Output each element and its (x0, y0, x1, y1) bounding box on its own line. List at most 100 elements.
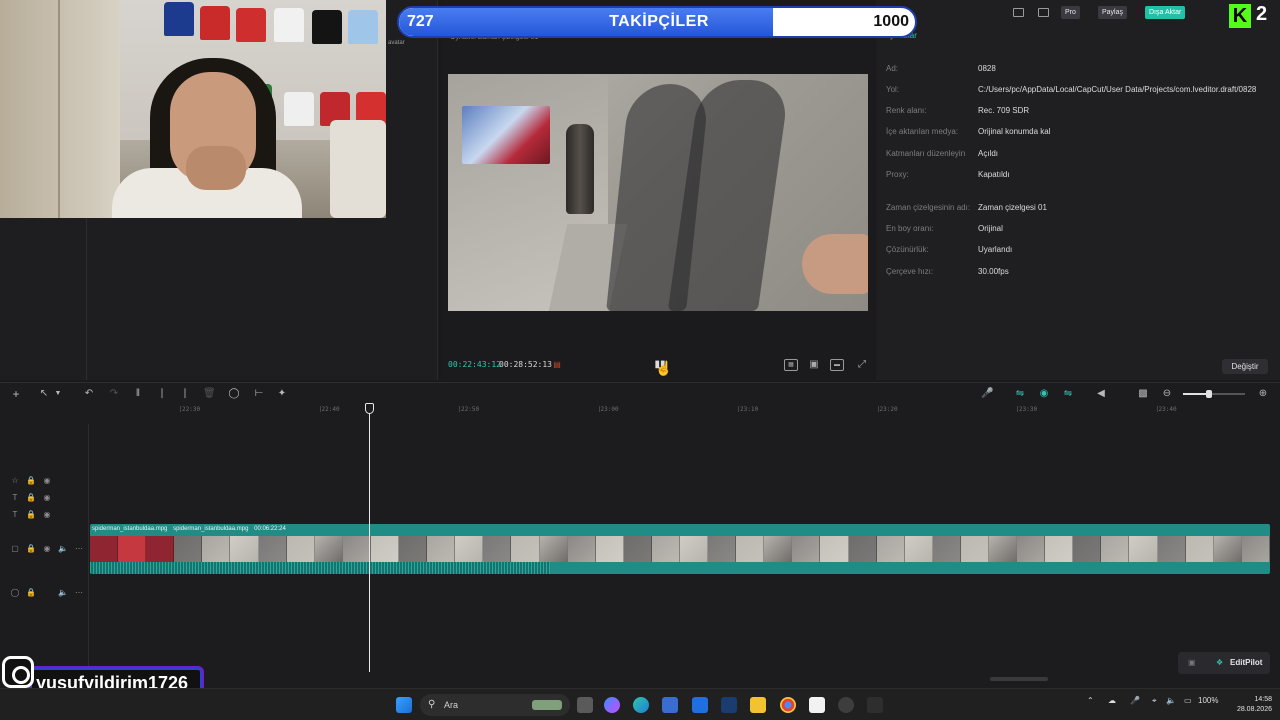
taskbar-clock[interactable]: 14:58 28.08.2026 (1226, 695, 1272, 715)
clip-thumbnail (1045, 536, 1074, 562)
eye-icon[interactable]: ◉ (42, 544, 52, 554)
property-label: En boy oranı: (886, 224, 934, 233)
ruler-label: 23:20 (879, 406, 898, 413)
picture-in-picture-clip[interactable] (462, 106, 550, 164)
preview-video[interactable] (448, 74, 868, 311)
volume-icon[interactable]: 🔈 (1166, 696, 1176, 705)
lock-icon[interactable]: 🔒 (26, 476, 36, 486)
copilot-icon[interactable] (604, 697, 620, 713)
clip-name: spiderman_istanbuldaa.mpg (92, 526, 168, 532)
snapshot-icon[interactable]: ▣ (807, 359, 821, 371)
pro-button[interactable]: Pro (1061, 6, 1080, 19)
zoom-out-icon[interactable]: ⊖ (1161, 388, 1173, 400)
property-label: Katmanları düzenleyin (886, 149, 966, 158)
chevron-down-icon[interactable]: ▼ (52, 388, 64, 400)
video-clip[interactable]: spiderman_istanbuldaa.mpg spiderman_ista… (90, 524, 1270, 574)
eye-icon[interactable]: ◉ (42, 476, 52, 486)
audio-meter-icon[interactable]: ▤ (550, 359, 564, 371)
zoom-in-icon[interactable]: ⊕ (1257, 388, 1269, 400)
playhead[interactable] (369, 410, 370, 672)
lock-icon[interactable]: 🔒 (26, 544, 36, 554)
split-left-icon[interactable]: ∣ (156, 388, 168, 400)
mic-icon[interactable]: 🎤 (1130, 696, 1140, 705)
jersey (164, 2, 194, 36)
mic-icon[interactable]: 🎤 (981, 388, 993, 400)
eye-icon[interactable]: ◉ (42, 510, 52, 520)
change-button[interactable]: Değiştir (1222, 359, 1268, 374)
redo-icon[interactable]: ↷ (108, 388, 120, 400)
delete-icon[interactable]: 🗑 (203, 388, 216, 400)
property-label: Çözünürlük: (886, 245, 929, 254)
clip-thumbnail (764, 536, 793, 562)
wifi-icon[interactable]: ⌖ (1152, 696, 1157, 706)
store-icon[interactable] (662, 697, 678, 713)
mouse-cursor-icon: ☝ (655, 360, 673, 376)
freeze-icon[interactable]: ⊢ (253, 388, 265, 400)
windows-icon[interactable] (396, 697, 412, 713)
zoom-slider-handle[interactable] (1206, 390, 1212, 398)
ruler-tick (180, 406, 181, 412)
ratio-icon[interactable]: ▬ (830, 359, 844, 371)
task-view-icon[interactable] (577, 697, 593, 713)
quality-icon[interactable]: ▦ (784, 359, 798, 371)
battery-icon[interactable]: ▭ (1184, 696, 1192, 705)
eye-icon[interactable]: ◉ (42, 493, 52, 503)
shield-icon[interactable]: ◯ (228, 388, 240, 400)
select-tool-icon[interactable]: ↖ (38, 388, 50, 400)
ruler-label: 23:00 (600, 406, 619, 413)
taskbar-search[interactable]: ⚲ Ara (420, 694, 570, 716)
audio-icon[interactable]: 🔈 (58, 588, 68, 598)
ruler-label: 22:40 (321, 406, 340, 413)
app-icon[interactable] (721, 697, 737, 713)
property-label: Renk alanı: (886, 106, 927, 115)
clip-thumbnail (230, 536, 259, 562)
jersey (236, 8, 266, 42)
follower-count: 727 (407, 13, 434, 30)
split-icon[interactable]: ‖ (132, 388, 144, 400)
property-label: Çerçeve hızı: (886, 267, 934, 276)
follower-goal: 1000 (873, 13, 909, 30)
app-icon[interactable] (867, 697, 883, 713)
chevron-up-icon[interactable]: ⌃ (1087, 696, 1094, 705)
onedrive-icon[interactable]: ☁ (1108, 696, 1116, 705)
clip-thumbnail (1241, 536, 1270, 562)
audio-icon[interactable]: 🔈 (58, 544, 68, 554)
snap-icon[interactable]: ⇋ (1062, 388, 1074, 400)
split-right-icon[interactable]: ∣ (179, 388, 191, 400)
capcut-icon[interactable] (809, 697, 825, 713)
share-button[interactable]: Paylaş (1098, 6, 1128, 19)
clip-thumbnail (539, 536, 568, 562)
layout-icon[interactable] (1013, 8, 1024, 17)
add-icon[interactable]: + (10, 388, 22, 400)
more-icon[interactable]: ⋯ (74, 544, 84, 554)
caption-icon[interactable]: ▩ (1137, 388, 1149, 400)
export-button[interactable]: Dışa Aktar (1145, 6, 1186, 19)
chrome-icon[interactable] (780, 697, 796, 713)
property-value: 30.00fps (978, 267, 1009, 276)
clip-thumbnail (595, 536, 624, 562)
edge-icon[interactable] (633, 697, 649, 713)
preview-axis-icon[interactable]: ◀ (1095, 388, 1107, 400)
properties-panel (876, 0, 1280, 380)
shortcut-icon[interactable] (1038, 8, 1049, 17)
timeline-scrollbar[interactable] (990, 677, 1048, 681)
video-track-icon: ▢ (11, 544, 19, 553)
undo-icon[interactable]: ↶ (83, 388, 95, 400)
ruler-tick (319, 406, 321, 412)
property-value: Orijinal (978, 224, 1003, 233)
lock-icon[interactable]: 🔒 (26, 588, 36, 598)
lock-icon[interactable]: 🔒 (26, 493, 36, 503)
jersey (284, 92, 314, 126)
lock-icon[interactable]: 🔒 (26, 510, 36, 520)
fullscreen-icon[interactable]: ⤢ (855, 359, 869, 371)
dropbox-icon[interactable] (692, 697, 708, 713)
magnet-icon[interactable]: ◉ (1038, 388, 1050, 400)
app-icon[interactable] (838, 697, 854, 713)
link-icon[interactable]: ⇋ (1014, 388, 1026, 400)
clip-thumbnail (202, 536, 231, 562)
folder-icon[interactable] (750, 697, 766, 713)
magic-icon[interactable]: ✦ (276, 388, 288, 400)
playhead-handle[interactable] (365, 403, 374, 414)
more-icon[interactable]: ⋯ (74, 588, 84, 598)
editpilot-button[interactable]: ▣ ❖ EditPilot (1178, 652, 1270, 674)
